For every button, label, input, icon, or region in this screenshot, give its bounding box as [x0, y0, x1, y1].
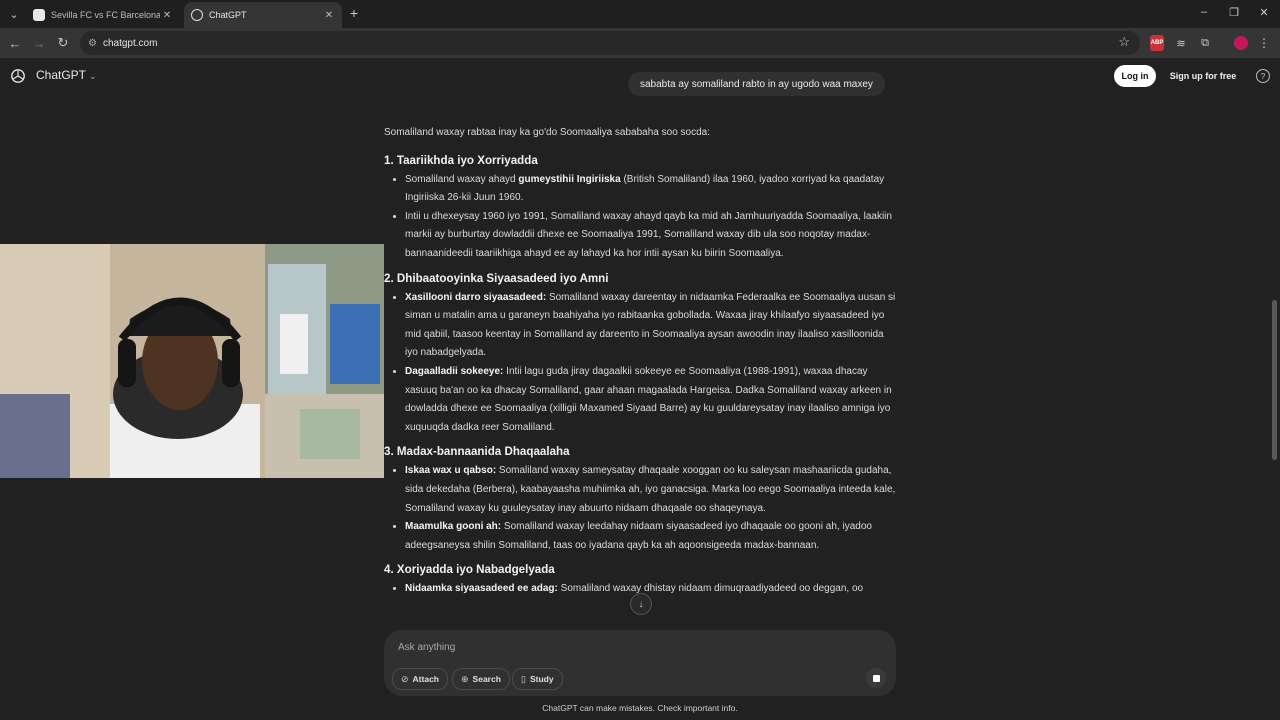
paperclip-icon: ⊘ [401, 673, 409, 684]
item-lead: Xasillooni darro siyaasadeed: [405, 291, 547, 303]
attach-button[interactable]: ⊘ Attach [392, 668, 448, 690]
extensions-puzzle-icon[interactable]: ⧉ [1198, 35, 1212, 51]
section-list: Somaliland waxay ahayd gumeystihii Ingir… [384, 171, 898, 264]
item-bold-text: gumeystihii Ingiriiska [518, 173, 621, 185]
section-heading: 1. Taariikhda iyo Xorriyadda [384, 153, 538, 167]
restore-icon[interactable]: ❐ [1226, 6, 1242, 22]
brand-label: ChatGPT [36, 68, 87, 82]
tab-close-icon[interactable]: ✕ [160, 10, 174, 21]
item-lead: Iskaa wax u qabso: [405, 465, 497, 477]
list-item: Iskaa wax u qabso: Somaliland waxay same… [405, 462, 898, 518]
window-close-icon[interactable]: ✕ [1256, 6, 1272, 22]
webcam-image [0, 244, 384, 478]
help-icon[interactable]: ? [1256, 69, 1270, 83]
user-message-text: sababta ay somaliland rabto in ay ugodo … [640, 78, 873, 90]
adblock-extension-icon[interactable]: ABP [1150, 35, 1164, 51]
list-item: Intii u dhexeysay 1960 iyo 1991, Somalil… [405, 208, 898, 264]
tab-title: Sevilla FC vs FC Barcelona Head [51, 10, 160, 20]
search-label: Search [472, 674, 501, 684]
site-info-icon[interactable]: ⚙ [88, 38, 97, 49]
scroll-down-arrow-icon[interactable]: ↓ [630, 593, 652, 615]
minimize-icon[interactable]: – [1196, 6, 1212, 22]
chevron-down-icon: ⌄ [89, 71, 97, 81]
section-heading: 2. Dhibaatooyinka Siyaasadeed iyo Amni [384, 271, 609, 285]
book-icon: ▯ [521, 673, 526, 684]
section-heading: 4. Xoriyadda iyo Nabadgelyada [384, 563, 555, 577]
user-message-bubble: sababta ay somaliland rabto in ay ugodo … [628, 72, 885, 96]
item-text: Intii u dhexeysay 1960 iyo 1991, Somalil… [405, 210, 892, 259]
disclaimer-note: ChatGPT can make mistakes. Check importa… [542, 703, 738, 713]
item-text: Somaliland waxay dhistay nidaam dimuqraa… [557, 583, 864, 595]
tab-title: ChatGPT [209, 10, 247, 20]
composer: Ask anything ⊘ Attach ⊕ Search ▯ Study [384, 630, 896, 696]
list-item: Xasillooni darro siyaasadeed: Somaliland… [405, 289, 898, 363]
openai-logo-icon [11, 69, 25, 83]
browser-tabstrip: ⌄ Sevilla FC vs FC Barcelona Head ✕ Chat… [0, 0, 1280, 28]
new-tab-plus-icon[interactable]: + [346, 5, 362, 21]
list-item: Dagaalladii sokeeye: Intii lagu guda jir… [405, 363, 898, 437]
back-arrow-icon[interactable]: ← [6, 34, 24, 52]
search-button[interactable]: ⊕ Search [452, 668, 510, 690]
list-item: Maamulka gooni ah: Somaliland waxay leed… [405, 518, 898, 555]
stack-extension-icon[interactable]: ≋ [1174, 35, 1188, 51]
item-lead: Dagaalladii sokeeye: [405, 365, 504, 377]
item-lead: Nidaamka siyaasadeed ee adag: [405, 583, 558, 595]
webcam-overlay [0, 244, 384, 478]
prompt-input[interactable]: Ask anything [398, 642, 455, 653]
assistant-response: Somaliland waxay rabtaa inay ka go'do So… [384, 124, 898, 604]
section-list: Iskaa wax u qabso: Somaliland waxay same… [384, 462, 898, 555]
url-text: chatgpt.com [102, 37, 158, 49]
item-text: Somaliland waxay ahayd [405, 173, 519, 185]
tab-close-icon[interactable]: ✕ [322, 10, 336, 21]
study-button[interactable]: ▯ Study [512, 668, 563, 690]
tab-sevilla-barcelona[interactable]: Sevilla FC vs FC Barcelona Head ✕ [26, 2, 180, 28]
chatgpt-favicon-icon [191, 9, 203, 21]
login-button[interactable]: Log in [1114, 65, 1156, 87]
list-item: Nidaamka siyaasadeed ee adag: Somaliland… [405, 580, 898, 599]
forward-arrow-icon[interactable]: → [30, 34, 48, 52]
list-item: Somaliland waxay ahayd gumeystihii Ingir… [405, 171, 898, 208]
study-label: Study [529, 674, 554, 684]
section-heading: 3. Madax-bannaanida Dhaqaalaha [384, 445, 570, 459]
address-bar[interactable]: ⚙ chatgpt.com ☆ [80, 31, 1140, 55]
stop-square-icon [872, 674, 880, 682]
signup-button[interactable]: Sign up for free [1164, 65, 1242, 87]
globe-icon: ⊕ [461, 673, 469, 684]
tab-chatgpt[interactable]: ChatGPT ✕ [184, 2, 342, 28]
bookmark-star-icon[interactable]: ☆ [1118, 34, 1130, 50]
model-selector[interactable]: ChatGPT ⌄ [36, 68, 97, 82]
site-favicon-icon [33, 9, 45, 21]
profile-avatar-icon[interactable] [1234, 36, 1248, 50]
browser-menu-icon[interactable]: ⋮ [1258, 35, 1270, 51]
reload-icon[interactable]: ↻ [54, 34, 72, 52]
attach-label: Attach [412, 674, 439, 684]
browser-toolbar: ← → ↻ ⚙ chatgpt.com ☆ ABP ≋ ⧉ ⋮ [0, 28, 1280, 58]
tab-search-chevron-icon[interactable]: ⌄ [4, 4, 24, 24]
section-list: Xasillooni darro siyaasadeed: Somaliland… [384, 289, 898, 438]
scrollbar-thumb[interactable] [1272, 300, 1277, 460]
stop-generating-button[interactable] [866, 668, 886, 688]
item-lead: Maamulka gooni ah: [405, 521, 502, 533]
response-intro: Somaliland waxay rabtaa inay ka go'do So… [384, 127, 711, 138]
